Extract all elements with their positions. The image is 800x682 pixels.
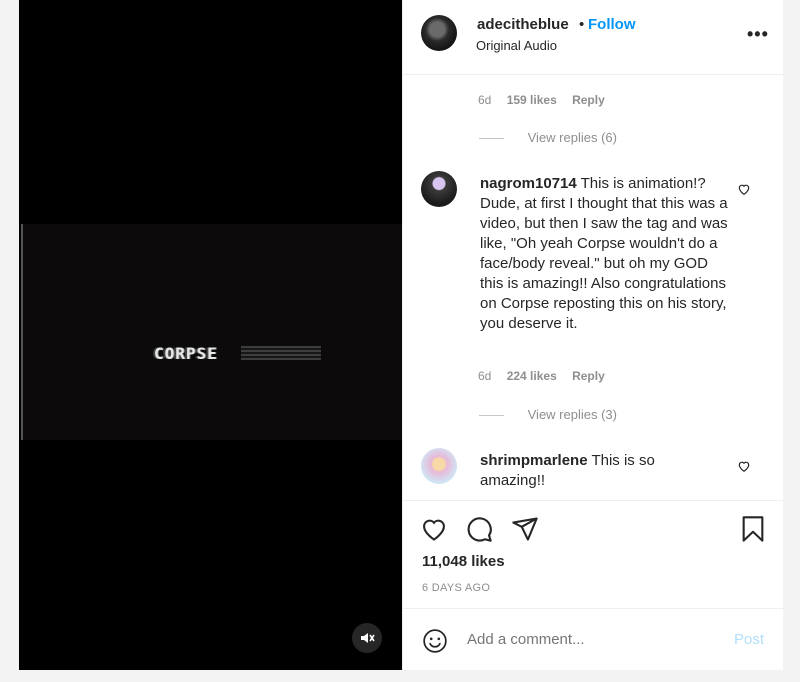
post-author-username[interactable]: adecitheblue [477, 16, 569, 33]
comment-bubble-icon[interactable] [465, 515, 493, 543]
video-overlay-text: CORPSE [154, 344, 218, 363]
reply-button[interactable]: Reply [572, 369, 605, 383]
reply-button[interactable]: Reply [572, 93, 605, 107]
video-frame: CORPSE [21, 224, 402, 440]
comment-likes[interactable]: 224 likes [507, 369, 557, 383]
smiley-icon[interactable] [422, 628, 448, 654]
mute-button[interactable] [352, 623, 382, 653]
likes-count[interactable]: 11,048 likes [422, 553, 505, 570]
avatar[interactable] [421, 171, 457, 207]
comment-body: shrimpmarlene This is so amazing!! [480, 451, 680, 491]
comment-meta: 6d 159 likes Reply [478, 93, 605, 107]
comment-age: 6d [478, 369, 492, 383]
view-replies-button[interactable]: View replies (6) [479, 130, 617, 145]
instagram-post-window: CORPSE adecitheblue • Follow Original Au… [0, 0, 800, 682]
comment-meta: 6d 224 likes Reply [478, 369, 605, 383]
comment-composer: Post [403, 608, 784, 670]
avatar[interactable] [421, 15, 457, 51]
glitch-effect [241, 346, 321, 360]
comment-username[interactable]: nagrom10714 [480, 175, 577, 192]
comment-likes[interactable]: 159 likes [507, 93, 557, 107]
more-options-button[interactable]: ••• [747, 25, 769, 43]
post-header: adecitheblue • Follow Original Audio ••• [403, 0, 784, 75]
follow-button[interactable]: Follow [588, 16, 636, 33]
comment-like-heart-icon[interactable] [737, 182, 751, 196]
post-side-panel: adecitheblue • Follow Original Audio •••… [402, 0, 784, 670]
avatar[interactable] [421, 448, 457, 484]
comment-body: nagrom10714 This is animation!? Dude, at… [480, 174, 730, 334]
heart-icon[interactable] [420, 515, 448, 543]
bookmark-icon[interactable] [739, 515, 767, 543]
post-button[interactable]: Post [734, 631, 764, 648]
audio-link[interactable]: Original Audio [476, 38, 557, 53]
comment-input[interactable] [467, 631, 707, 648]
paper-plane-icon[interactable] [511, 515, 539, 543]
comment-like-heart-icon[interactable] [737, 459, 751, 473]
speaker-muted-icon [361, 633, 375, 643]
video-player[interactable]: CORPSE [19, 0, 402, 670]
view-replies-label: View replies (6) [527, 130, 617, 145]
comment-username[interactable]: shrimpmarlene [480, 452, 588, 469]
comment-text: This is animation!? Dude, at first I tho… [480, 175, 728, 332]
comment-age: 6d [478, 93, 492, 107]
post-timestamp: 6 DAYS AGO [422, 582, 491, 594]
view-replies-button[interactable]: View replies (3) [479, 407, 617, 422]
separator-dot: • [579, 16, 585, 33]
view-replies-label: View replies (3) [527, 407, 617, 422]
